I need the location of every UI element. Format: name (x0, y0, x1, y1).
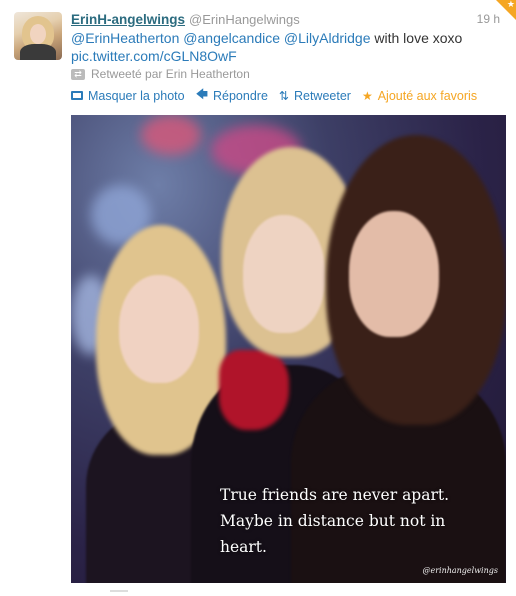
tweet[interactable]: ★ ErinH-angelwings @ErinHangelwings 19 h … (0, 0, 516, 596)
tweet-actions: Masquer la photo 🡄 Répondre ⇅ Retweeter … (71, 85, 488, 106)
tweet-photo[interactable]: True friends are never apart. Maybe in d… (71, 115, 506, 583)
reply-button[interactable]: 🡄 Répondre (196, 85, 268, 106)
retweeted-by: ⇄ Retweeté par Erin Heatherton (71, 67, 250, 81)
person-left-face (119, 275, 199, 383)
next-item-edge (110, 590, 128, 592)
tweet-text: @ErinHeatherton @angelcandice @LilyAldri… (71, 29, 471, 65)
mention-link[interactable]: @angelcandice (183, 30, 280, 46)
hide-photo-button[interactable]: Masquer la photo (71, 89, 185, 103)
photo-watermark: @erinhangelwings (422, 566, 498, 575)
hide-photo-label: Masquer la photo (88, 88, 185, 103)
retweeted-by-label[interactable]: Retweeté par Erin Heatherton (91, 67, 250, 81)
photo-quote: True friends are never apart. Maybe in d… (220, 482, 506, 560)
retweet-arrows-icon: ⇅ (278, 88, 289, 103)
author-username[interactable]: @ErinHangelwings (189, 12, 300, 27)
retweet-icon: ⇄ (71, 68, 85, 80)
person-middle-scarf (219, 350, 289, 430)
reply-label: Répondre (213, 88, 268, 103)
tweet-plain-text: with love xoxo (374, 30, 463, 46)
favorite-button[interactable]: ★ Ajouté aux favoris (362, 89, 477, 103)
person-middle-face (243, 215, 325, 333)
retweet-button[interactable]: ⇅ Retweeter (279, 89, 351, 103)
corner-star-icon: ★ (506, 0, 515, 9)
background-light (141, 115, 201, 155)
quote-line: heart. (220, 538, 267, 556)
tweet-header: ErinH-angelwings @ErinHangelwings (71, 11, 506, 29)
avatar-face (30, 24, 46, 44)
photo-link[interactable]: pic.twitter.com/cGLN8OwF (71, 48, 237, 64)
quote-line: Maybe in distance but not in (220, 512, 446, 530)
avatar[interactable] (14, 12, 62, 60)
mention-link[interactable]: @LilyAldridge (284, 30, 371, 46)
tweet-timestamp[interactable]: 19 h (477, 12, 500, 26)
avatar-body (20, 44, 56, 60)
author-fullname[interactable]: ErinH-angelwings (71, 12, 185, 27)
photo-icon (71, 91, 83, 100)
retweet-label: Retweeter (293, 88, 351, 103)
reply-arrow-icon: 🡄 (195, 87, 208, 101)
quote-line: True friends are never apart. (220, 486, 450, 504)
person-right-face (349, 211, 439, 337)
mention-link[interactable]: @ErinHeatherton (71, 30, 179, 46)
star-icon: ★ (361, 88, 373, 103)
favorite-label: Ajouté aux favoris (377, 88, 478, 103)
